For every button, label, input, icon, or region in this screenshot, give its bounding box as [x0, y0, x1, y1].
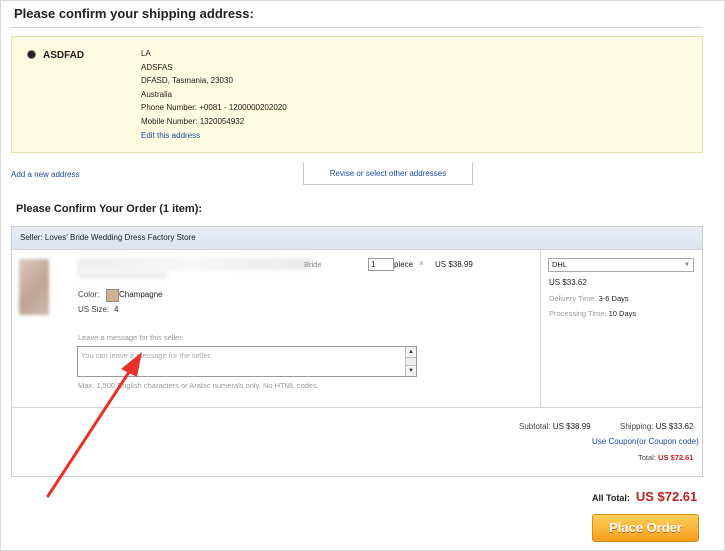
- product-subtitle-redacted: [77, 271, 167, 279]
- divider: [11, 27, 702, 28]
- shipping-heading: Please confirm your shipping address:: [14, 6, 254, 21]
- seller-message-textarea[interactable]: You can leave a message for the seller. …: [77, 346, 417, 377]
- delivery-label: Delivery Time:: [549, 294, 597, 303]
- size-label: US Size:: [78, 305, 110, 314]
- quantity-unit: piece: [394, 260, 414, 269]
- quantity-input[interactable]: 1: [368, 258, 394, 271]
- message-hint: Max. 1,500 English characters or Arabic …: [78, 381, 319, 390]
- processing-label: Processing Time:: [549, 309, 607, 318]
- order-panel: Seller: Loves' Bride Wedding Dress Facto…: [11, 226, 703, 477]
- color-label: Color:: [78, 290, 100, 299]
- address-name: ASDFAD: [43, 50, 85, 61]
- shipping-method-select[interactable]: DHL ▼: [548, 258, 694, 272]
- all-total-value: US $72.61: [635, 489, 698, 504]
- color-value: Champagne: [119, 290, 163, 299]
- size-value: 4: [114, 305, 119, 314]
- shipping-summary: Shipping: US $33.62: [620, 422, 693, 431]
- shipping-summary-value: US $33.62: [655, 422, 694, 431]
- address-mobile: Mobile Number: 1320054932: [141, 116, 245, 126]
- summary-divider: [12, 407, 702, 408]
- message-placeholder: You can leave a message for the seller.: [81, 351, 212, 360]
- edit-address-link[interactable]: Edit this address: [141, 129, 287, 143]
- column-divider: [540, 249, 541, 407]
- address-card: ASDFAD LA ADSFAS DFASD, Tasmania, 23030 …: [11, 36, 703, 153]
- color-swatch: [106, 289, 119, 302]
- textarea-scrollbar[interactable]: ▲ ▼: [405, 347, 416, 376]
- place-order-button[interactable]: Place Order: [592, 514, 699, 542]
- address-line: ADSFAS: [141, 62, 173, 72]
- seller-bar: Seller: Loves' Bride Wedding Dress Facto…: [12, 227, 702, 250]
- subtotal: Subtotal: US $38.99: [519, 422, 591, 431]
- processing-time: Processing Time: 10 Days: [549, 309, 636, 318]
- shipping-summary-label: Shipping:: [620, 422, 654, 431]
- order-total: Total: US $72.61: [638, 453, 693, 462]
- message-label: Leave a message for this seller:: [78, 333, 184, 342]
- order-total-label: Total:: [638, 453, 656, 462]
- subtotal-label: Subtotal:: [519, 422, 551, 431]
- scroll-down-icon[interactable]: ▼: [406, 365, 416, 376]
- revise-addresses-button[interactable]: Revise or select other addresses: [303, 162, 473, 185]
- product-title-suffix: Bride: [304, 260, 322, 269]
- product-title-redacted: [77, 258, 312, 270]
- order-heading: Please Confirm Your Order (1 item):: [16, 203, 203, 215]
- seller-name: Seller: Loves' Bride Wedding Dress Facto…: [20, 233, 196, 242]
- all-total: All Total: US $72.61: [592, 489, 697, 504]
- multiply-sign: ×: [419, 259, 424, 268]
- address-phone: Phone Number: +0081 - 1200000202020: [141, 103, 287, 113]
- all-total-label: All Total:: [592, 493, 630, 503]
- delivery-time: Delivery Time: 3-6 Days: [549, 294, 629, 303]
- processing-value: 10 Days: [608, 309, 637, 318]
- product-thumbnail[interactable]: [19, 259, 49, 315]
- subtotal-value: US $38.99: [552, 422, 591, 431]
- unit-price: US $38.99: [435, 260, 473, 269]
- chevron-down-icon: ▼: [684, 262, 690, 268]
- scroll-up-icon[interactable]: ▲: [406, 347, 416, 358]
- address-line: DFASD, Tasmania, 23030: [141, 76, 233, 86]
- use-coupon-link[interactable]: Use Coupon(or Coupon code): [592, 437, 699, 446]
- order-total-value: US $72.61: [658, 453, 694, 462]
- address-details: LA ADSFAS DFASD, Tasmania, 23030 Austral…: [141, 47, 287, 142]
- address-line: Australia: [141, 89, 173, 99]
- shipping-method-value: DHL: [552, 260, 568, 269]
- add-address-link[interactable]: Add a new address: [11, 170, 80, 179]
- shipping-cost: US $33.62: [549, 278, 587, 287]
- address-line: LA: [141, 49, 151, 58]
- address-radio[interactable]: [27, 50, 36, 59]
- delivery-value: 3-6 Days: [598, 294, 629, 303]
